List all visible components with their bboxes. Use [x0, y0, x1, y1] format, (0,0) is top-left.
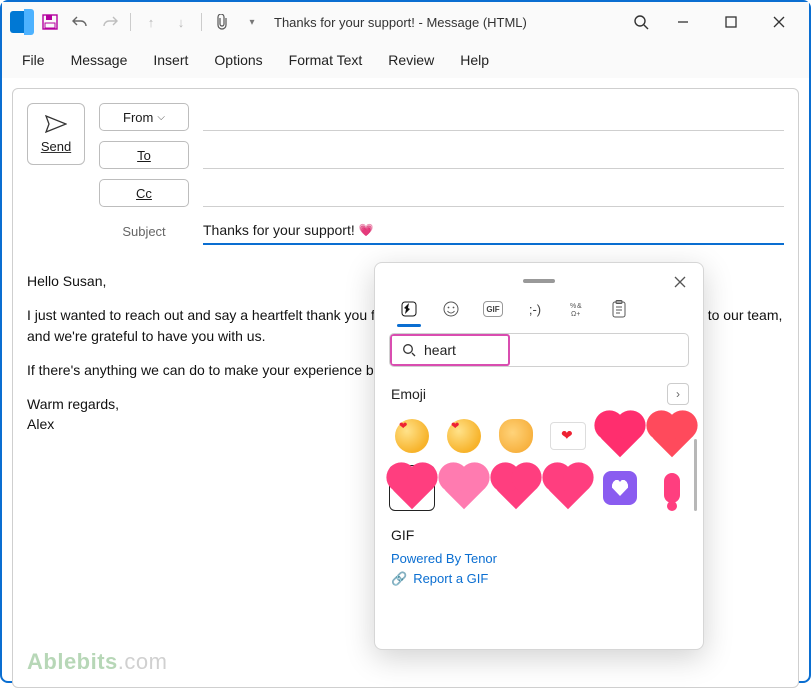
- kaomoji-icon: ;-): [529, 302, 541, 317]
- tab-gif[interactable]: GIF: [477, 295, 509, 323]
- menu-format-text[interactable]: Format Text: [285, 48, 367, 72]
- redo-icon[interactable]: [98, 10, 122, 34]
- maximize-button[interactable]: [709, 7, 753, 37]
- watermark-suffix: .com: [118, 649, 168, 674]
- emoji-heart-eyes[interactable]: [441, 413, 487, 459]
- menu-message[interactable]: Message: [67, 48, 132, 72]
- title-bar: ↑ ↓ ▾ Thanks for your support! - Message…: [2, 2, 809, 42]
- scrollbar[interactable]: [694, 439, 697, 511]
- emoji-search-row: heart: [389, 333, 689, 367]
- menu-insert[interactable]: Insert: [149, 48, 192, 72]
- from-field[interactable]: [203, 103, 784, 131]
- arrow-up-icon[interactable]: ↑: [139, 10, 163, 34]
- send-label: Send: [41, 139, 71, 154]
- emoji-heart-exclamation[interactable]: [649, 465, 695, 511]
- menu-file[interactable]: File: [18, 48, 49, 72]
- emoji-category-tabs: GIF ;-) %&Ω+: [389, 295, 689, 323]
- compose-header: Send From ⌵ To Cc Subject Thanks for you…: [27, 103, 784, 245]
- tab-clipboard[interactable]: [603, 295, 635, 323]
- menu-review[interactable]: Review: [384, 48, 438, 72]
- recent-icon: [400, 300, 418, 318]
- window-controls: [661, 7, 801, 37]
- subject-value: Thanks for your support!: [203, 222, 355, 238]
- menu-help[interactable]: Help: [456, 48, 493, 72]
- from-label: From: [123, 110, 153, 125]
- to-button[interactable]: To: [99, 141, 189, 169]
- tab-symbols[interactable]: %&Ω+: [561, 295, 593, 323]
- cc-label: Cc: [136, 186, 152, 201]
- svg-text:%: %: [570, 303, 576, 310]
- emoji-revolving-hearts[interactable]: [545, 465, 591, 511]
- watermark: Ablebits.com: [27, 649, 167, 675]
- quick-access-toolbar: ↑ ↓ ▾: [38, 10, 264, 34]
- close-button[interactable]: [757, 7, 801, 37]
- undo-icon[interactable]: [68, 10, 92, 34]
- outlook-app-icon: [10, 11, 32, 33]
- sparkling-heart-emoji-icon: 💗: [359, 223, 374, 237]
- subject-label: Subject: [99, 217, 189, 245]
- expand-emoji-section[interactable]: ›: [667, 383, 689, 405]
- send-button[interactable]: Send: [27, 103, 85, 165]
- separator: [201, 13, 202, 31]
- svg-text:Ω+: Ω+: [571, 311, 580, 318]
- emoji-beating-heart[interactable]: [493, 465, 539, 511]
- subject-field[interactable]: Thanks for your support! 💗: [203, 217, 784, 245]
- cc-button[interactable]: Cc: [99, 179, 189, 207]
- section-gif-label: GIF: [391, 527, 689, 543]
- separator: [130, 13, 131, 31]
- link-icon: 🔗: [391, 569, 407, 589]
- chevron-down-icon: ⌵: [157, 112, 165, 123]
- emoji-grid: [389, 413, 689, 511]
- search-icon: [402, 343, 416, 357]
- send-icon: [45, 115, 67, 133]
- tab-smileys[interactable]: [435, 295, 467, 323]
- close-icon[interactable]: [669, 271, 691, 293]
- gif-links: Powered By Tenor 🔗 Report a GIF: [389, 549, 689, 588]
- emoji-search-value: heart: [424, 342, 456, 358]
- menu-bar: File Message Insert Options Format Text …: [2, 42, 809, 78]
- menu-options[interactable]: Options: [210, 48, 266, 72]
- field-buttons-column: From ⌵ To Cc Subject: [99, 103, 189, 245]
- emoji-heart-eyes-cat[interactable]: [493, 413, 539, 459]
- svg-text:&: &: [577, 303, 582, 310]
- attachment-icon[interactable]: [210, 10, 234, 34]
- emoji-heart-with-arrow[interactable]: [597, 413, 643, 459]
- gif-icon: GIF: [483, 301, 503, 317]
- emoji-smiling-face-with-hearts[interactable]: [389, 413, 435, 459]
- from-button[interactable]: From ⌵: [99, 103, 189, 131]
- tab-recent[interactable]: [393, 295, 425, 323]
- drag-handle[interactable]: [523, 279, 555, 283]
- emoji-heart-with-ribbon[interactable]: [649, 413, 695, 459]
- minimize-button[interactable]: [661, 7, 705, 37]
- field-values-column: Thanks for your support! 💗: [203, 103, 784, 245]
- powered-by-tenor-link[interactable]: Powered By Tenor: [391, 549, 497, 569]
- emoji-picker-panel: GIF ;-) %&Ω+ heart Emoji › GIF Powered: [374, 262, 704, 650]
- emoji-love-letter[interactable]: [545, 413, 591, 459]
- arrow-down-icon[interactable]: ↓: [169, 10, 193, 34]
- emoji-growing-heart[interactable]: [441, 465, 487, 511]
- section-emoji-header: Emoji ›: [391, 383, 689, 405]
- to-label: To: [137, 148, 151, 163]
- to-field[interactable]: [203, 141, 784, 169]
- symbols-icon: %&Ω+: [568, 300, 586, 318]
- cc-field[interactable]: [203, 179, 784, 207]
- report-gif-link[interactable]: Report a GIF: [413, 569, 488, 589]
- clipboard-icon: [611, 300, 627, 318]
- tab-kaomoji[interactable]: ;-): [519, 295, 551, 323]
- emoji-search-input[interactable]: heart: [390, 334, 510, 366]
- watermark-brand: Ablebits: [27, 649, 118, 674]
- search-icon[interactable]: [621, 7, 661, 37]
- smiley-icon: [442, 300, 460, 318]
- section-emoji-label: Emoji: [391, 386, 426, 402]
- emoji-sparkling-heart[interactable]: [389, 465, 435, 511]
- window-title: Thanks for your support! - Message (HTML…: [274, 15, 527, 30]
- qat-dropdown-icon[interactable]: ▾: [240, 10, 264, 34]
- emoji-heart-decoration[interactable]: [597, 465, 643, 511]
- save-icon[interactable]: [38, 10, 62, 34]
